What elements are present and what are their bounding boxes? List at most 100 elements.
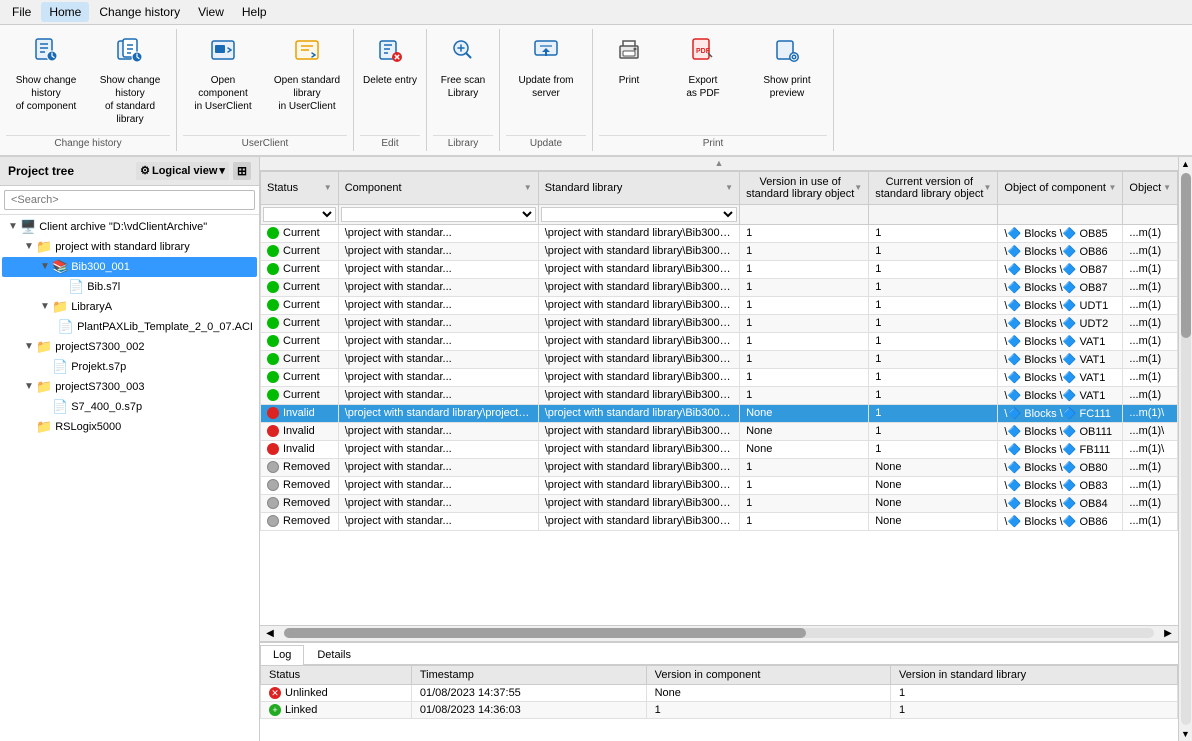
print-group-label: Print [599, 135, 827, 149]
scroll-thumb[interactable] [284, 628, 806, 638]
sidebar-item-rslogix5000[interactable]: 📁RSLogix5000 [2, 417, 257, 437]
sidebar-toggle-icon[interactable]: ⊞ [233, 162, 251, 180]
open-component-userclient-button[interactable]: Open componentin UserClient [183, 31, 263, 118]
sidebar-item-bib300-001[interactable]: ▼📚Bib300_001 [2, 257, 257, 277]
delete-entry-button[interactable]: Delete entry [360, 31, 420, 92]
component-filter[interactable] [341, 207, 536, 222]
cell-object-short: ...m(1) [1123, 332, 1178, 350]
menu-home[interactable]: Home [41, 2, 89, 22]
ribbon-buttons-library: Free scanLibrary [433, 31, 493, 135]
vscroll-track[interactable] [1181, 173, 1191, 725]
cell-object-of-component: \🔷 Blocks \🔷 VAT1 [998, 350, 1123, 368]
table-row[interactable]: Current\project with standar...\project … [261, 350, 1178, 368]
vertical-scrollbar[interactable]: ▲ ▼ [1178, 157, 1192, 741]
show-history-component-button[interactable]: Show change historyof component [6, 31, 86, 118]
sidebar-item-projects7300-003[interactable]: ▼📁projectS7300_003 [2, 377, 257, 397]
table-row[interactable]: Current\project with standar...\project … [261, 314, 1178, 332]
log-row[interactable]: +Linked01/08/2023 14:36:0311 [261, 701, 1178, 718]
table-row[interactable]: Current\project with standar...\project … [261, 260, 1178, 278]
tab-log[interactable]: Log [260, 645, 304, 665]
menu-help[interactable]: Help [234, 2, 275, 22]
table-row[interactable]: Current\project with standar...\project … [261, 278, 1178, 296]
log-cell-status: ✕Unlinked [261, 684, 412, 701]
scroll-left-button[interactable]: ◀ [260, 628, 280, 639]
menu-file[interactable]: File [4, 2, 39, 22]
status-dot [267, 497, 279, 509]
scroll-right-button[interactable]: ▶ [1158, 628, 1178, 639]
tab-details[interactable]: Details [304, 645, 364, 664]
table-row[interactable]: Current\project with standar...\project … [261, 368, 1178, 386]
col-header-component[interactable]: Component ▼ [338, 171, 538, 204]
col-header-status[interactable]: Status ▼ [261, 171, 339, 204]
logical-view-selector[interactable]: ⚙ Logical view ▾ [136, 162, 229, 180]
scroll-up-area[interactable]: ▲ [260, 157, 1178, 171]
standard-library-col-filter-icon: ▼ [725, 183, 733, 192]
scroll-track[interactable] [284, 628, 1154, 638]
library-filter[interactable] [541, 207, 737, 222]
ribbon: Show change historyof component Show cha… [0, 25, 1192, 157]
table-row[interactable]: Current\project with standar...\project … [261, 386, 1178, 404]
tree-label-project-with-library: project with standard library [55, 241, 190, 253]
library-group-label: Library [433, 135, 493, 149]
scroll-up-button[interactable]: ▲ [1179, 157, 1192, 171]
open-component-userclient-icon [209, 36, 237, 72]
cell-library: \project with standard library\Bib300_00… [538, 314, 739, 332]
cell-object-of-component: \🔷 Blocks \🔷 OB83 [998, 476, 1123, 494]
menu-change-history[interactable]: Change history [91, 2, 188, 22]
free-scan-button[interactable]: Free scanLibrary [433, 31, 493, 105]
tree-label-projects7300-002: projectS7300_002 [55, 341, 144, 353]
sidebar-item-bib-s7l[interactable]: 📄Bib.s7l [2, 277, 257, 297]
table-row[interactable]: Removed\project with standar...\project … [261, 512, 1178, 530]
table-row[interactable]: Removed\project with standar...\project … [261, 476, 1178, 494]
expand-icon-libraryA: ▼ [38, 301, 52, 312]
sidebar-item-projects7300-002[interactable]: ▼📁projectS7300_002 [2, 337, 257, 357]
show-print-preview-button[interactable]: Show printpreview [747, 31, 827, 105]
update-from-server-button[interactable]: Update fromserver [506, 31, 586, 105]
menu-view[interactable]: View [190, 2, 232, 22]
main-table-container[interactable]: Status ▼ Component ▼ Sta [260, 171, 1178, 625]
table-row[interactable]: Current\project with standar...\project … [261, 296, 1178, 314]
col-header-version-in-use[interactable]: Version in use ofstandard library object… [740, 171, 869, 204]
open-standard-library-userclient-button[interactable]: Open standard libraryin UserClient [267, 31, 347, 118]
cell-library: \project with standard library\Bib300_00… [538, 386, 739, 404]
cell-version-use: 1 [740, 314, 869, 332]
status-filter[interactable] [263, 207, 336, 222]
print-button[interactable]: Print [599, 31, 659, 92]
table-row[interactable]: Invalid\project with standar...\project … [261, 422, 1178, 440]
vscroll-thumb[interactable] [1181, 173, 1191, 339]
cell-version-use: 1 [740, 242, 869, 260]
ribbon-group-userclient: Open componentin UserClient Open standar… [177, 29, 354, 151]
log-row[interactable]: ✕Unlinked01/08/2023 14:37:55None1 [261, 684, 1178, 701]
table-row[interactable]: Current\project with standar...\project … [261, 242, 1178, 260]
sidebar-item-s7-400-s7p[interactable]: 📄S7_400_0.s7p [2, 397, 257, 417]
expand-icon-project-with-library: ▼ [22, 241, 36, 252]
table-row[interactable]: Current\project with standar...\project … [261, 224, 1178, 242]
log-status-label: Linked [285, 704, 317, 716]
table-row[interactable]: Invalid\project with standard library\pr… [261, 404, 1178, 422]
scroll-down-button[interactable]: ▼ [1179, 727, 1192, 741]
table-row[interactable]: Removed\project with standar...\project … [261, 458, 1178, 476]
col-header-current-version[interactable]: Current version ofstandard library objec… [869, 171, 998, 204]
sidebar-item-libraryA[interactable]: ▼📁LibraryA [2, 297, 257, 317]
sidebar-item-plantpaxlib[interactable]: 📄PlantPAXLib_Template_2_0_07.ACI [2, 317, 257, 337]
show-history-library-button[interactable]: Show change historyof standard library [90, 31, 170, 131]
sidebar-search-input[interactable] [4, 190, 255, 210]
sidebar-item-project-with-library[interactable]: ▼📁project with standard library [2, 237, 257, 257]
col-header-object[interactable]: Object ▼ [1123, 171, 1178, 204]
col-header-standard-library[interactable]: Standard library ▼ [538, 171, 739, 204]
tree-icon-client-archive: 🖥️ [20, 219, 36, 235]
standard-library-col-label: Standard library [545, 182, 623, 194]
horizontal-scrollbar[interactable]: ◀ ▶ [260, 625, 1178, 641]
free-scan-label: Free scanLibrary [441, 74, 485, 100]
table-row[interactable]: Invalid\project with standar...\project … [261, 440, 1178, 458]
table-row[interactable]: Current\project with standar...\project … [261, 332, 1178, 350]
cell-library: \project with standard library\Bib300_00… [538, 494, 739, 512]
table-row[interactable]: Removed\project with standar...\project … [261, 494, 1178, 512]
update-from-server-icon [532, 36, 560, 72]
cell-status: Current [261, 314, 339, 332]
col-header-object-of-component[interactable]: Object of component ▼ [998, 171, 1123, 204]
ribbon-group-change-history: Show change historyof component Show cha… [0, 29, 177, 151]
export-pdf-button[interactable]: PDF Exportas PDF [663, 31, 743, 105]
sidebar-item-client-archive[interactable]: ▼🖥️Client archive "D:\vdClientArchive" [2, 217, 257, 237]
sidebar-item-projekt-s7p[interactable]: 📄Projekt.s7p [2, 357, 257, 377]
